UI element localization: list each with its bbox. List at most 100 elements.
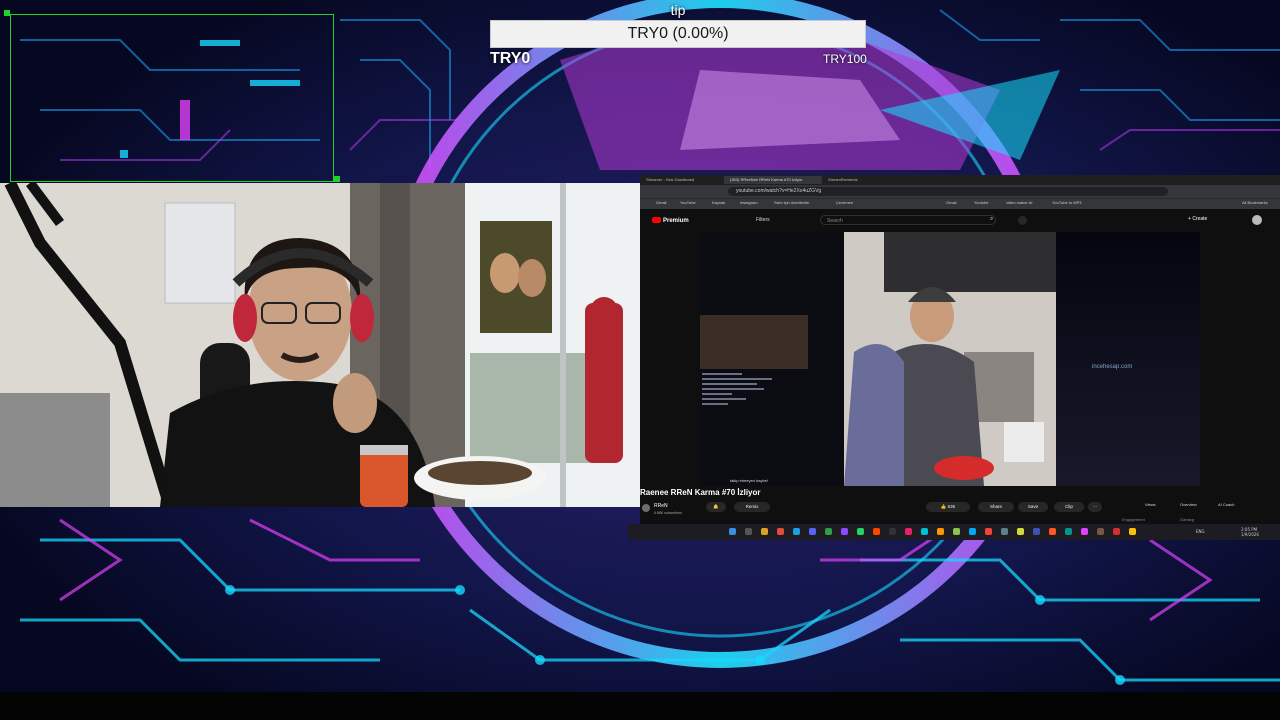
save-label: Save	[1027, 504, 1039, 509]
bookmark-item[interactable]: All Bookmarks	[1242, 200, 1268, 205]
discord-icon[interactable]	[809, 528, 816, 535]
bookmark-item[interactable]: Çevirmen	[836, 200, 853, 205]
inner-webcam-thumbnail	[700, 315, 808, 369]
start-icon[interactable]	[729, 528, 736, 535]
video-title: Raenee RReN Karma #70 İzliyor	[640, 488, 761, 497]
remix-label: Remix	[745, 504, 759, 509]
video-player[interactable]: takip etmeyen haybe!	[700, 232, 1200, 486]
bookmark-item[interactable]: YouTube	[680, 200, 696, 205]
app-icon[interactable]	[953, 528, 960, 535]
create-label: Create	[1192, 216, 1208, 222]
tip-goal-title: tip	[670, 2, 686, 18]
app-icon[interactable]	[1097, 528, 1104, 535]
chat-line	[702, 373, 742, 375]
youtube-logo[interactable]: Premium	[652, 217, 689, 224]
app-icon[interactable]	[1065, 528, 1072, 535]
bookmark-item[interactable]: video maker AI	[1006, 200, 1032, 205]
clock-date: 1/9/2026	[1241, 532, 1259, 537]
app-icon[interactable]	[841, 528, 848, 535]
app-icon[interactable]	[937, 528, 944, 535]
tip-goal-max-label: TRY100	[823, 52, 867, 66]
bookmark-item[interactable]: Kaynak	[712, 200, 725, 205]
channel-name[interactable]: RReN	[654, 503, 668, 509]
create-button[interactable]: + Create	[1188, 216, 1207, 222]
account-avatar[interactable]	[1252, 215, 1262, 225]
app-icon[interactable]	[1129, 528, 1136, 535]
like-count: 636	[947, 504, 956, 509]
tab-ai-coach[interactable]: AI Coach	[1218, 502, 1234, 507]
app-icon[interactable]	[1017, 528, 1024, 535]
gaming-label: Gaming	[1180, 517, 1195, 522]
save-button[interactable]: Save	[1018, 502, 1048, 512]
browser-tab[interactable]: Streamer - Kick Dashboard	[640, 176, 724, 184]
frame-handle	[4, 10, 10, 16]
notification-bell-button[interactable]: 🔔	[706, 502, 726, 512]
clip-button[interactable]: Clip	[1054, 502, 1084, 512]
obs-icon[interactable]	[889, 528, 896, 535]
video-stream-overlay: takip etmeyen haybe!	[700, 232, 844, 486]
video-side-blur	[1056, 232, 1200, 486]
tab-overview[interactable]: Overview	[1180, 502, 1197, 507]
more-options-button[interactable]: ⋯	[1088, 502, 1102, 512]
youtube-play-icon	[652, 217, 661, 223]
engagement-label: Engagement	[1122, 517, 1145, 522]
search-icon[interactable]: ⌕	[990, 216, 993, 223]
app-icon[interactable]	[1033, 528, 1040, 535]
app-icon[interactable]	[1001, 528, 1008, 535]
tip-goal-progress-text: TRY0 (0.00%)	[627, 25, 729, 42]
webcam-feed	[0, 183, 640, 507]
webcam-image	[0, 183, 640, 507]
remix-button[interactable]: Remix	[734, 502, 770, 512]
app-icon[interactable]	[1081, 528, 1088, 535]
chrome-icon[interactable]	[777, 528, 784, 535]
app-icon[interactable]	[921, 528, 928, 535]
app-icon[interactable]	[1049, 528, 1056, 535]
whatsapp-icon[interactable]	[857, 528, 864, 535]
chat-line	[702, 388, 764, 390]
input-language[interactable]: ENG	[1196, 529, 1205, 534]
app-icon[interactable]	[985, 528, 992, 535]
chat-line	[702, 393, 732, 395]
bookmark-item[interactable]: Youtube	[974, 200, 989, 205]
bottom-black-bar	[0, 692, 1280, 720]
app-icon[interactable]	[905, 528, 912, 535]
chat-line	[702, 403, 728, 405]
player-caption: takip etmeyen haybe!	[730, 478, 769, 483]
tip-goal-progress-bar: TRY0 (0.00%)	[490, 20, 866, 48]
app-icon[interactable]	[1113, 528, 1120, 535]
taskbar-clock[interactable]: 2:05 PM 1/9/2026	[1241, 527, 1259, 537]
clip-label: Clip	[1065, 504, 1073, 509]
filters-button[interactable]: Filters	[756, 217, 770, 223]
video-frame	[844, 232, 1056, 486]
browser-tab[interactable]: StreamElements	[822, 176, 898, 184]
video-watermark: incehesap.com	[1092, 364, 1133, 370]
search-input[interactable]: Search	[820, 215, 996, 225]
frame-handle	[334, 176, 340, 182]
search-icon[interactable]	[745, 528, 752, 535]
edge-icon[interactable]	[793, 528, 800, 535]
empty-source-frame	[10, 14, 334, 182]
like-button[interactable]: 👍 636	[926, 502, 970, 512]
bookmark-item[interactable]: YouTube to MP3	[1052, 200, 1082, 205]
chat-line	[702, 398, 746, 400]
bookmark-item[interactable]: Gmail	[656, 200, 666, 205]
tab-views[interactable]: Views	[1145, 502, 1156, 507]
bookmark-item[interactable]: Gmail	[946, 200, 956, 205]
microphone-icon[interactable]	[1018, 216, 1027, 225]
chat-line	[702, 383, 757, 385]
share-label: Share	[989, 504, 1002, 509]
chat-line	[702, 378, 772, 380]
browser-tab-active[interactable]: (363) RReeNee RReN Karma #70 İzliyor	[724, 176, 822, 184]
app-icon[interactable]	[873, 528, 880, 535]
address-bar[interactable]: youtube.com/watch?v=He2Xo4uZGVg	[728, 187, 1168, 196]
bookmark-item[interactable]: instagram	[740, 200, 758, 205]
share-button[interactable]: Share	[978, 502, 1014, 512]
youtube-logo-text: Premium	[663, 218, 689, 224]
file-explorer-icon[interactable]	[761, 528, 768, 535]
bookmark-item[interactable]: Sizin için önerilenler	[774, 200, 810, 205]
app-icon[interactable]	[969, 528, 976, 535]
app-icon[interactable]	[825, 528, 832, 535]
channel-avatar[interactable]	[642, 504, 650, 512]
subscriber-count: 6.88K subscribers	[654, 511, 683, 515]
tip-goal-min-label: TRY0	[490, 50, 531, 67]
